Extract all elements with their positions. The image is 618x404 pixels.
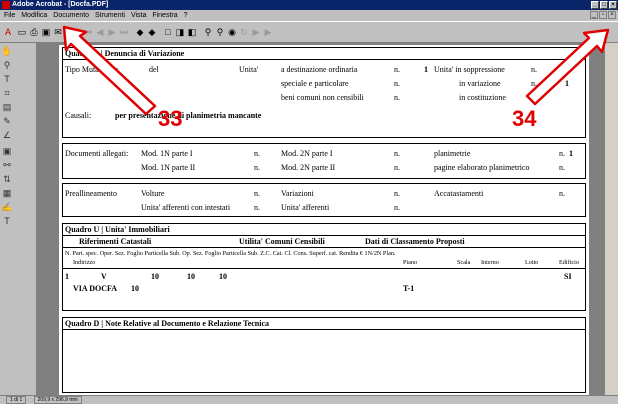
- annotation-overlay: [62, 25, 610, 116]
- callout-34: 34: [512, 106, 537, 131]
- callout-33: 33: [158, 106, 183, 131]
- arrow-33-icon: [62, 25, 157, 116]
- arrow-34-icon: [525, 28, 610, 106]
- status-bar: 1 di 1 209,9 x 296,9 mm: [0, 395, 618, 404]
